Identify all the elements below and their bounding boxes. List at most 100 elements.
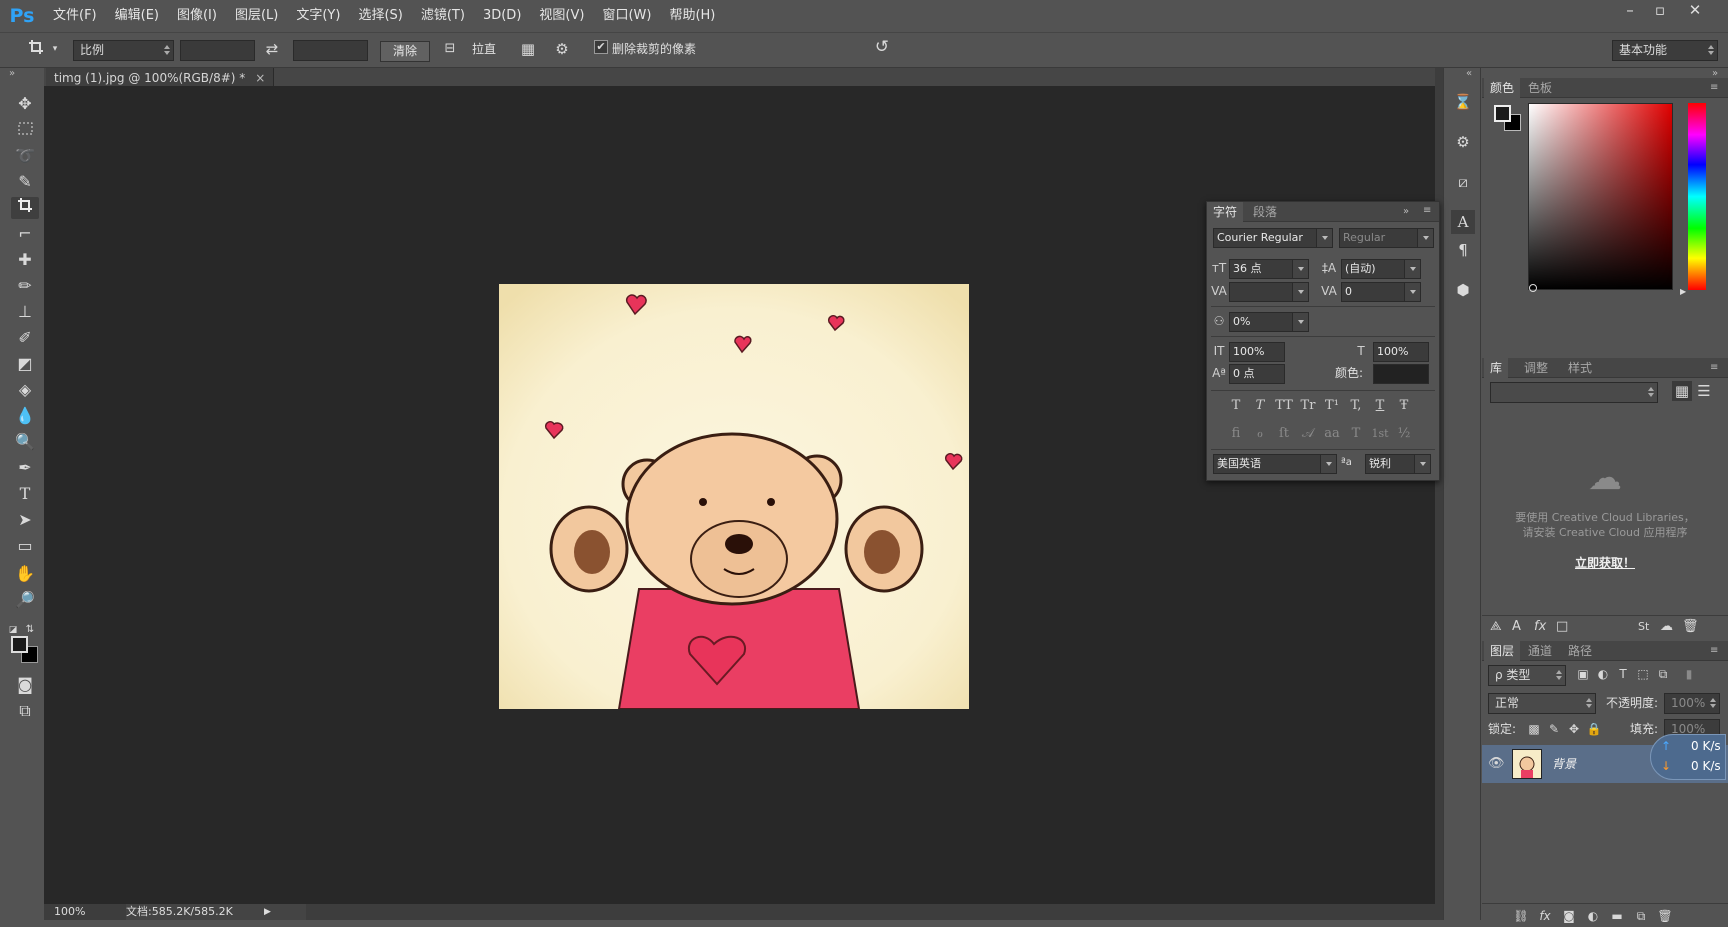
menu-type[interactable]: 文字(Y) <box>287 0 349 32</box>
screen-mode-icon[interactable]: ⧉ <box>11 700 39 722</box>
path-select-tool-icon[interactable]: ➤ <box>11 509 39 531</box>
lock-all-icon[interactable]: 🔒 <box>1586 719 1602 739</box>
faux-bold-button[interactable]: T <box>1225 395 1247 417</box>
small-caps-button[interactable]: Tr <box>1297 395 1319 417</box>
history-panel-icon[interactable]: ⌛ <box>1451 90 1475 114</box>
layer-name[interactable]: 背景 <box>1552 754 1576 774</box>
tsume-select[interactable]: 0% <box>1229 312 1309 332</box>
hue-slider-handle-icon[interactable]: ▶ <box>1680 287 1686 296</box>
workspace-select[interactable]: 基本功能 <box>1612 40 1718 61</box>
add-layer-style-icon[interactable]: fx <box>1534 617 1546 637</box>
delete-cropped-checkbox[interactable]: ✔ <box>594 40 608 54</box>
pen-tool-icon[interactable]: ✒ <box>11 457 39 479</box>
new-layer-icon[interactable]: ⧉ <box>1632 906 1650 926</box>
vertical-scrollbar[interactable] <box>1435 68 1443 920</box>
add-mask-icon[interactable]: ◙ <box>1560 906 1578 926</box>
ratio-height-field[interactable] <box>293 40 368 61</box>
antialias-select[interactable]: 锐利 <box>1365 454 1431 474</box>
tracking-select[interactable]: 0 <box>1341 282 1421 302</box>
old-style-button[interactable]: ſt <box>1273 423 1295 445</box>
status-menu-arrow-icon[interactable]: ▶ <box>264 904 271 920</box>
subscript-button[interactable]: T, <box>1345 395 1367 417</box>
color-picker-field[interactable] <box>1528 103 1673 292</box>
restore-button[interactable]: ▫ <box>1645 0 1675 22</box>
crop-ratio-select[interactable]: 比例 <box>73 40 174 61</box>
swash-button[interactable]: 𝒜 <box>1297 423 1319 445</box>
vertical-scale-field[interactable]: 100% <box>1229 342 1285 362</box>
library-select[interactable] <box>1490 382 1658 403</box>
stylistic-alternates-button[interactable]: aa <box>1321 423 1343 445</box>
font-family-select[interactable]: Courier Regular <box>1213 228 1333 248</box>
delete-layer-icon[interactable]: 🗑 <box>1656 906 1674 926</box>
tab-character[interactable]: 字符 <box>1207 202 1244 222</box>
preset-dropdown-icon[interactable]: ▾ <box>50 39 60 59</box>
close-button[interactable]: ✕ <box>1680 0 1710 22</box>
text-color-swatch[interactable] <box>1373 364 1429 384</box>
stock-icon[interactable]: St <box>1638 617 1649 637</box>
zoom-level[interactable]: 100% <box>54 904 85 920</box>
kerning-select[interactable] <box>1229 282 1309 302</box>
straighten-label[interactable]: 拉直 <box>472 39 496 59</box>
expand-dock-icon[interactable]: « <box>1466 68 1472 79</box>
filter-toggle-icon[interactable]: ▮ <box>1682 664 1696 684</box>
eraser-tool-icon[interactable]: ◩ <box>11 353 39 375</box>
lock-transparency-icon[interactable]: ▩ <box>1526 719 1542 739</box>
hue-slider[interactable] <box>1688 103 1706 290</box>
tab-adjustments[interactable]: 调整 <box>1518 358 1554 378</box>
marquee-tool-icon[interactable] <box>11 119 39 141</box>
color-picker-cursor[interactable] <box>1529 284 1537 292</box>
font-size-select[interactable]: 36 点 <box>1229 259 1309 279</box>
brush-tool-icon[interactable]: ✏ <box>11 275 39 297</box>
menu-select[interactable]: 选择(S) <box>349 0 411 32</box>
discretionary-ligatures-button[interactable]: ℴ <box>1249 423 1271 445</box>
rectangle-tool-icon[interactable]: ▭ <box>11 535 39 557</box>
zoom-tool-icon[interactable]: 🔎 <box>11 589 39 611</box>
menu-edit[interactable]: 编辑(E) <box>106 0 168 32</box>
lasso-tool-icon[interactable]: ➰ <box>11 145 39 167</box>
minimize-button[interactable]: – <box>1615 0 1645 22</box>
layer-visibility-eye-icon[interactable]: 👁 <box>1488 754 1505 774</box>
horizontal-scale-field[interactable]: 100% <box>1373 342 1429 362</box>
lock-image-icon[interactable]: ✎ <box>1546 719 1562 739</box>
menu-layer[interactable]: 图层(L) <box>226 0 287 32</box>
tab-paragraph[interactable]: 段落 <box>1247 202 1283 222</box>
underline-button[interactable]: T <box>1369 395 1391 417</box>
delete-library-item-icon[interactable]: 🗑 <box>1682 617 1699 637</box>
fractions-button[interactable]: ½ <box>1393 423 1415 445</box>
3d-panel-icon[interactable]: ⬢ <box>1451 278 1475 302</box>
font-style-select[interactable]: Regular <box>1339 228 1434 248</box>
document-tab[interactable]: timg (1).jpg @ 100%(RGB/8#) * × <box>46 68 275 88</box>
menu-help[interactable]: 帮助(H) <box>660 0 724 32</box>
add-fill-color-icon[interactable]: □ <box>1556 617 1568 637</box>
swap-icon[interactable]: ⇄ <box>262 39 282 59</box>
quick-select-tool-icon[interactable]: ✎ <box>11 171 39 193</box>
menu-view[interactable]: 视图(V) <box>530 0 593 32</box>
ligatures-button[interactable]: fi <box>1225 423 1247 445</box>
filter-type-icon[interactable]: T <box>1614 664 1632 684</box>
paint-bucket-tool-icon[interactable]: ◈ <box>11 379 39 401</box>
menu-3d[interactable]: 3D(D) <box>474 0 530 32</box>
character-panel-icon[interactable]: A <box>1451 210 1475 234</box>
ratio-width-field[interactable] <box>180 40 255 61</box>
add-graphic-icon[interactable]: ⟁ <box>1490 617 1502 637</box>
superscript-button[interactable]: T¹ <box>1321 395 1343 417</box>
language-select[interactable]: 美国英语 <box>1213 454 1337 474</box>
foreground-color-swatch[interactable] <box>11 636 28 653</box>
library-menu-icon[interactable]: ≡ <box>1710 362 1718 373</box>
filter-adjustment-icon[interactable]: ◐ <box>1594 664 1612 684</box>
menu-image[interactable]: 图像(I) <box>168 0 226 32</box>
faux-italic-button[interactable]: T <box>1249 395 1271 417</box>
cloud-sync-icon[interactable]: ☁ <box>1660 617 1673 637</box>
type-tool-icon[interactable]: T <box>11 483 39 505</box>
titling-alternates-button[interactable]: T <box>1345 423 1367 445</box>
tab-swatches[interactable]: 色板 <box>1522 78 1558 98</box>
tab-color[interactable]: 颜色 <box>1484 78 1521 98</box>
crop-tool-preset-icon[interactable] <box>26 39 46 60</box>
menu-window[interactable]: 窗口(W) <box>593 0 660 32</box>
collapse-tools-icon[interactable]: » <box>9 68 15 79</box>
healing-brush-tool-icon[interactable]: ✚ <box>11 249 39 271</box>
menu-filter[interactable]: 滤镜(T) <box>412 0 474 32</box>
eyedropper-tool-icon[interactable]: ⌐ <box>11 223 39 245</box>
menu-file[interactable]: 文件(F) <box>44 0 106 32</box>
reset-icon[interactable]: ↺ <box>870 37 894 57</box>
